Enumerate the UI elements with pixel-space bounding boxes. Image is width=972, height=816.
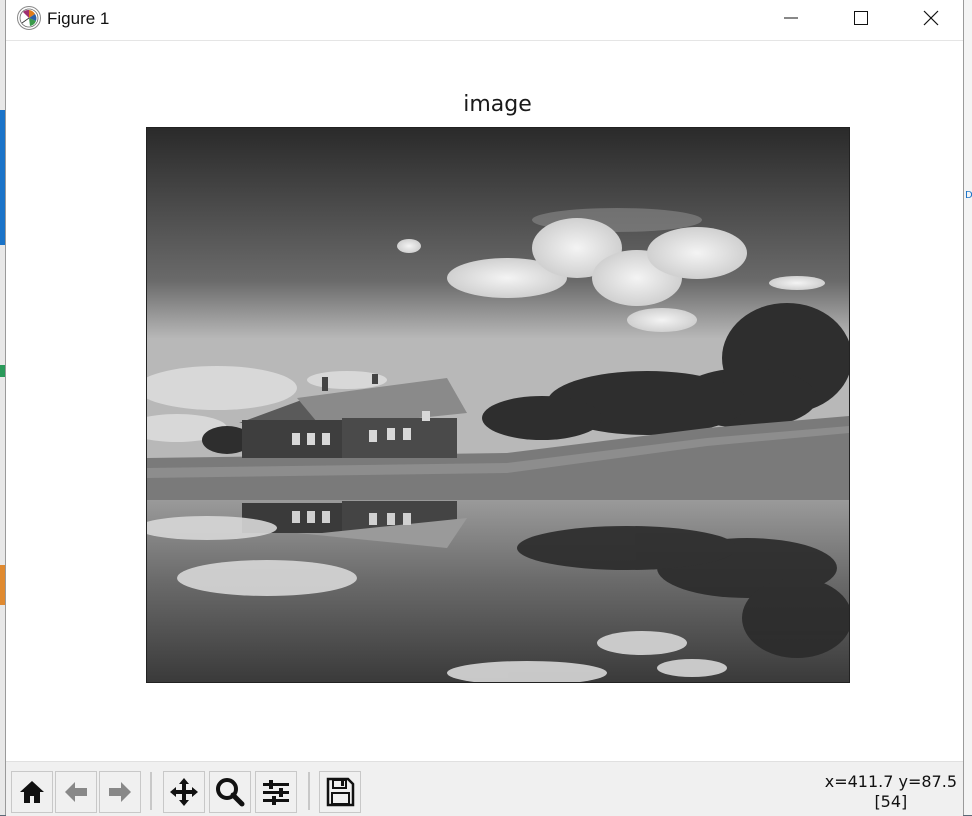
title-bar[interactable]: Figure 1 bbox=[6, 0, 963, 41]
forward-button[interactable] bbox=[99, 771, 141, 813]
move-icon bbox=[170, 778, 198, 806]
floppy-disk-icon bbox=[326, 777, 355, 807]
maximize-icon bbox=[854, 11, 868, 25]
pixel-value-readout: [54] bbox=[874, 792, 908, 811]
minimize-icon bbox=[784, 17, 798, 19]
navigation-toolbar: x=411.7 y=87.5 [54] bbox=[6, 761, 963, 816]
toolbar-separator bbox=[308, 772, 310, 810]
magnifier-icon bbox=[216, 778, 245, 807]
zoom-button[interactable] bbox=[209, 771, 251, 813]
grayscale-house-image bbox=[147, 128, 849, 682]
home-icon bbox=[20, 781, 44, 803]
close-icon bbox=[923, 10, 939, 26]
cursor-coordinates: x=411.7 y=87.5 [54] bbox=[825, 772, 957, 812]
maximize-button[interactable] bbox=[826, 0, 896, 36]
home-button[interactable] bbox=[11, 771, 53, 813]
configure-subplots-button[interactable] bbox=[255, 771, 297, 813]
toolbar-separator bbox=[150, 772, 152, 810]
axes-title: image bbox=[463, 92, 532, 117]
forward-arrow-icon bbox=[109, 782, 131, 802]
desktop-fragment: D bbox=[965, 190, 972, 201]
minimize-button[interactable] bbox=[756, 0, 826, 36]
pan-button[interactable] bbox=[163, 771, 205, 813]
window-title: Figure 1 bbox=[47, 9, 110, 28]
figure-window: Figure 1 image x=411.7 y=87.5 [54] bbox=[5, 0, 964, 816]
sliders-icon bbox=[263, 780, 289, 805]
back-arrow-icon bbox=[65, 782, 87, 802]
matplotlib-logo-icon bbox=[17, 6, 41, 30]
close-button[interactable] bbox=[896, 0, 966, 36]
figure-canvas[interactable]: image bbox=[6, 41, 963, 761]
image-axes[interactable] bbox=[146, 127, 850, 683]
back-button[interactable] bbox=[55, 771, 97, 813]
coordinates-readout: x=411.7 y=87.5 bbox=[824, 772, 957, 791]
desktop-right-edge: D bbox=[964, 0, 972, 815]
save-button[interactable] bbox=[319, 771, 361, 813]
